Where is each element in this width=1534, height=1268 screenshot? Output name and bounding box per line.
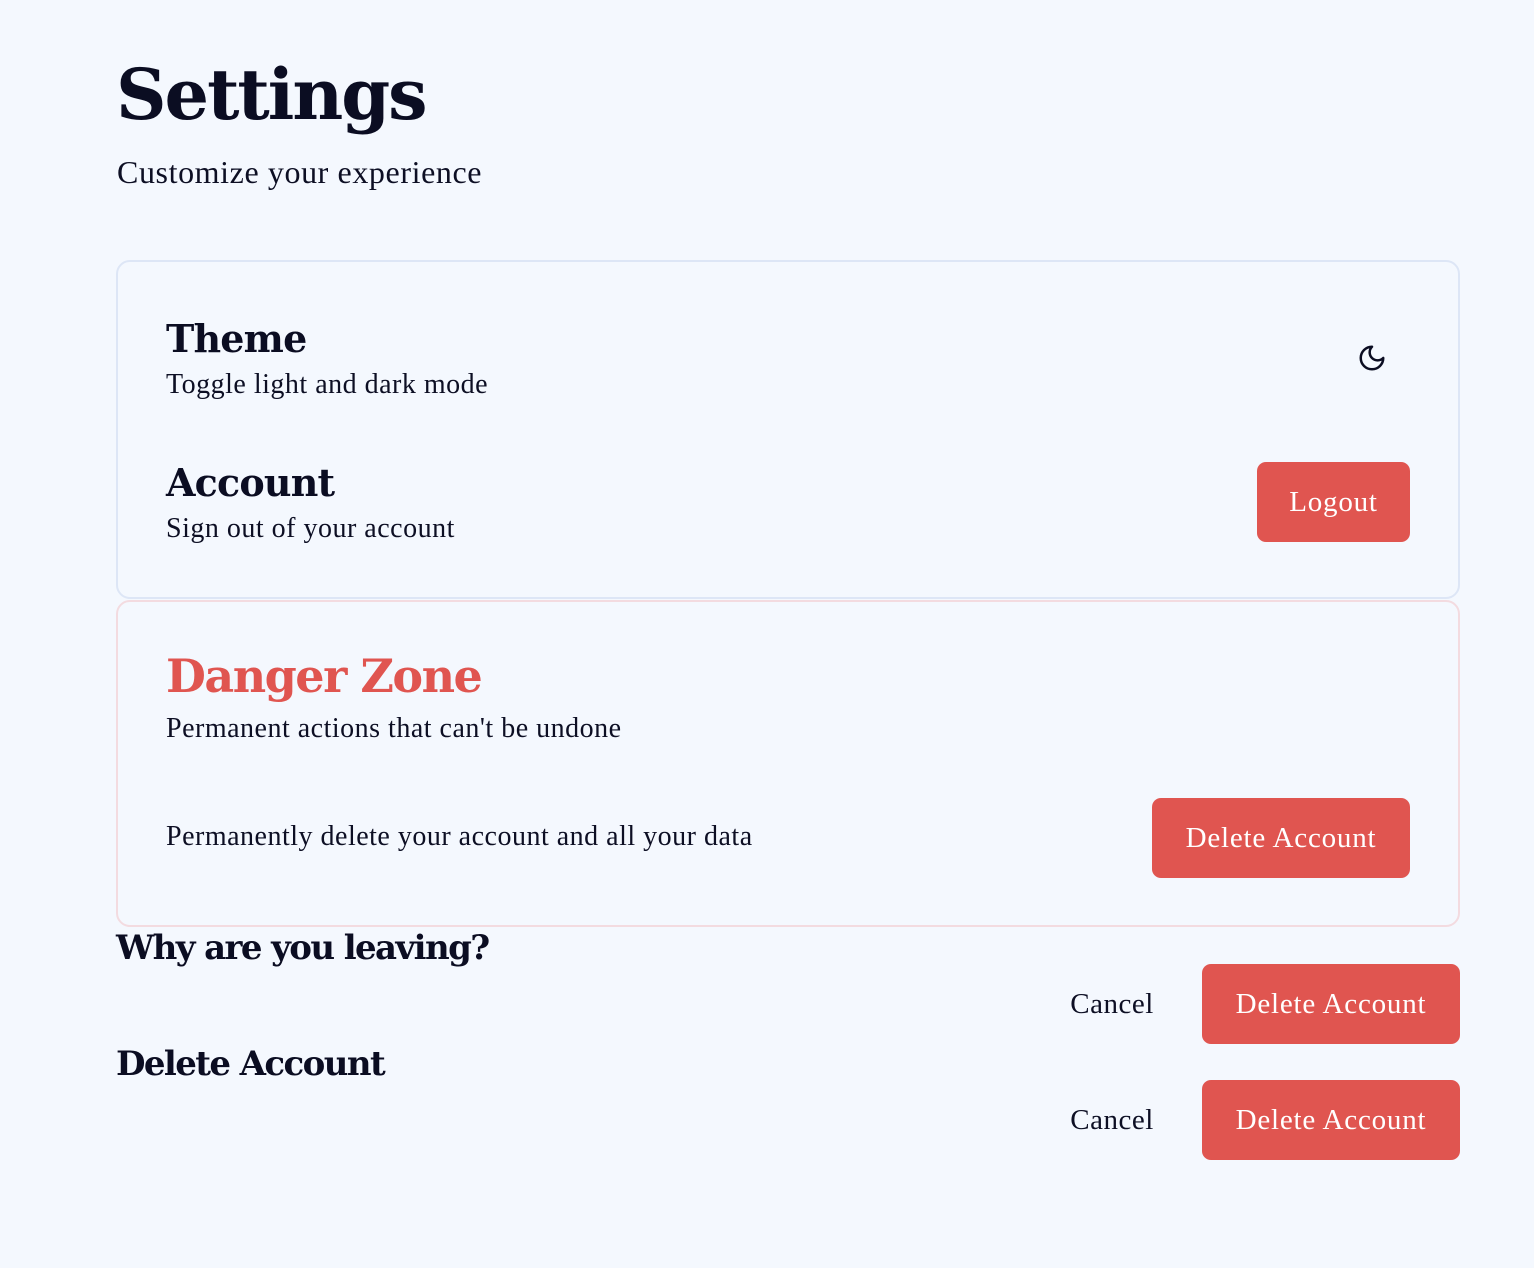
leaving-cancel-button[interactable]: Cancel [1060, 964, 1164, 1044]
danger-zone-card: Danger Zone Permanent actions that can't… [116, 600, 1460, 927]
delete-confirm-button[interactable]: Delete Account [1202, 1080, 1460, 1160]
page-title: Settings [116, 53, 428, 136]
theme-title: Theme [166, 316, 307, 361]
moon-icon [1359, 345, 1385, 371]
delete-account-button[interactable]: Delete Account [1152, 798, 1410, 878]
logout-button[interactable]: Logout [1257, 462, 1410, 542]
delete-account-heading: Delete Account [116, 1044, 386, 1084]
delete-cancel-button[interactable]: Cancel [1060, 1080, 1164, 1160]
leaving-reason-heading: Why are you leaving? [116, 928, 490, 968]
theme-description: Toggle light and dark mode [166, 369, 489, 400]
account-title: Account [166, 460, 335, 505]
danger-zone-title: Danger Zone [166, 649, 483, 703]
theme-toggle-button[interactable] [1344, 330, 1400, 386]
page-subtitle: Customize your experience [117, 154, 483, 190]
delete-account-description: Permanently delete your account and all … [166, 821, 753, 852]
leaving-confirm-delete-button[interactable]: Delete Account [1202, 964, 1460, 1044]
danger-zone-subtitle: Permanent actions that can't be undone [166, 713, 622, 744]
settings-card: Theme Toggle light and dark mode Account… [116, 260, 1460, 599]
account-description: Sign out of your account [166, 513, 455, 544]
